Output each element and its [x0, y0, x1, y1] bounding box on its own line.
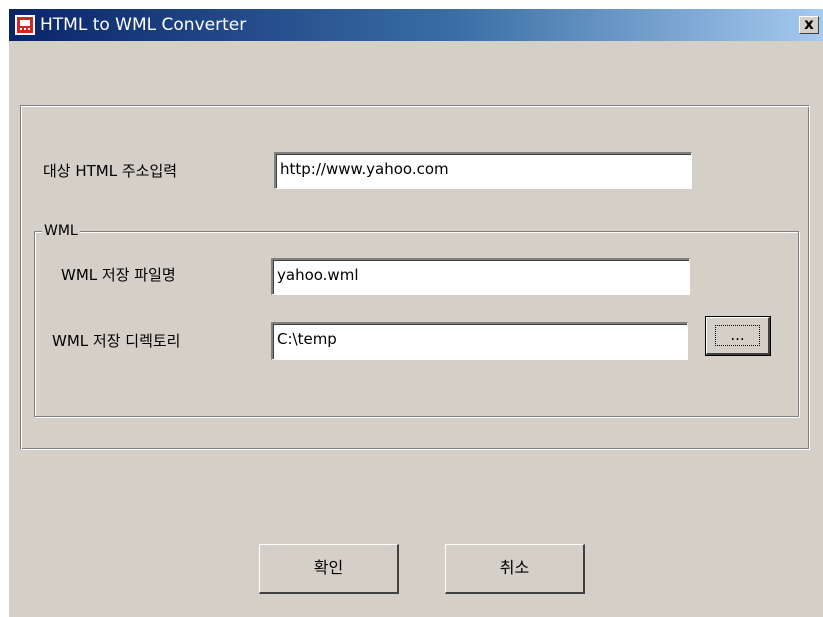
wml-group-legend: WML [42, 221, 80, 241]
directory-label: WML 저장 디렉토리 [52, 332, 181, 350]
converter-window: HTML to WML Converter x 대상 HTML 주소입력 htt… [8, 8, 823, 617]
filename-label: WML 저장 파일명 [61, 266, 176, 284]
ok-button[interactable]: 확인 [259, 544, 399, 594]
cancel-button[interactable]: 취소 [445, 544, 585, 594]
directory-input[interactable]: C:\temp [271, 322, 688, 360]
app-icon[interactable] [15, 15, 35, 35]
app-icon-bottom [20, 28, 30, 33]
close-button[interactable]: x [799, 16, 819, 34]
browse-button[interactable]: ... [705, 316, 771, 356]
window-title: HTML to WML Converter [40, 15, 247, 35]
url-label: 대상 HTML 주소입력 [43, 162, 178, 180]
url-input[interactable]: http://www.yahoo.com [274, 152, 692, 189]
browse-button-label: ... [715, 325, 760, 346]
app-icon-top [20, 20, 30, 26]
title-bar[interactable]: HTML to WML Converter x [9, 9, 823, 41]
filename-input[interactable]: yahoo.wml [271, 258, 690, 295]
